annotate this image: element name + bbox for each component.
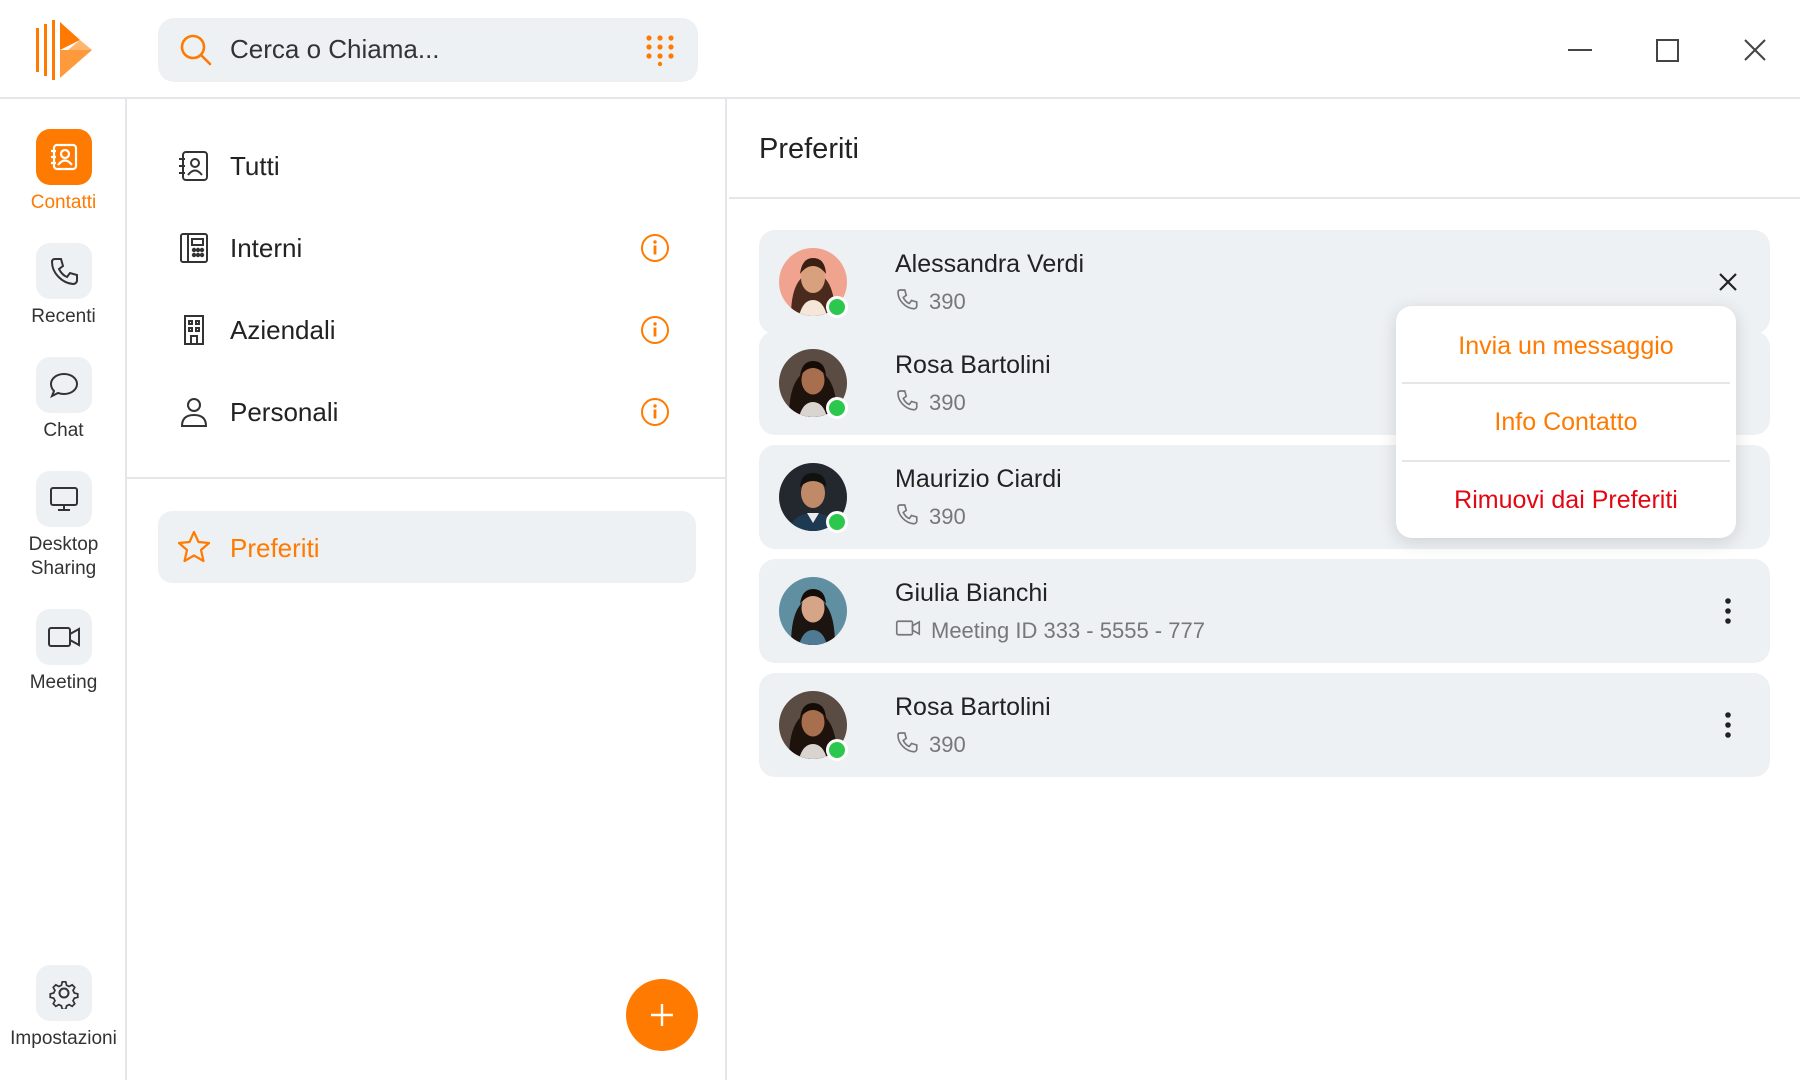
category-personali[interactable]: Personali: [127, 377, 727, 447]
plus-icon: [651, 1004, 673, 1026]
search-icon: [178, 32, 214, 68]
more-icon[interactable]: [1708, 591, 1748, 631]
contact-number: 390: [929, 732, 966, 757]
rail-item-recenti[interactable]: Recenti: [0, 243, 127, 329]
remove-favorite-menu-item[interactable]: Rimuovi dai Preferiti: [1396, 462, 1736, 538]
video-camera-icon: [35, 609, 92, 665]
categories-panel: Tutti Interni Aziendali Personali Prefer…: [127, 99, 727, 1080]
category-aziendali[interactable]: Aziendali: [127, 295, 727, 365]
contact-number: 390: [929, 504, 966, 529]
app-window: Cerca o Chiama... Contatti Recenti Chat …: [0, 0, 1800, 1080]
monitor-icon: [35, 471, 92, 527]
more-icon[interactable]: [1708, 705, 1748, 745]
category-label: Tutti: [230, 151, 280, 181]
video-camera-icon: [895, 616, 921, 646]
rail-label: Meeting: [29, 672, 98, 693]
panel-header: Preferiti: [729, 99, 1800, 199]
address-book-icon: [177, 149, 211, 183]
online-status-dot: [826, 296, 848, 318]
rail-item-impostazioni[interactable]: Impostazioni: [0, 965, 127, 1051]
online-status-dot: [826, 739, 848, 761]
rail-label: Recenti: [31, 306, 96, 327]
category-label: Personali: [230, 397, 339, 427]
contact-name: Rosa Bartolini: [895, 351, 1051, 379]
contact-name: Maurizio Ciardi: [895, 465, 1062, 493]
contact-detail: 390: [895, 389, 966, 417]
gear-icon: [35, 965, 92, 1021]
contact-number: 390: [929, 289, 966, 314]
title-bar: Cerca o Chiama...: [0, 0, 1800, 99]
app-logo-icon: [34, 20, 94, 80]
phone-icon: [895, 388, 919, 418]
avatar: [779, 349, 848, 419]
contact-name: Alessandra Verdi: [895, 250, 1085, 278]
category-interni[interactable]: Interni: [127, 213, 727, 283]
send-message-menu-item[interactable]: Invia un messaggio: [1396, 308, 1736, 384]
favorites-panel: Preferiti Alessandra Verdi 390 Rosa Bart…: [729, 99, 1800, 1080]
rail-label: Contatti: [30, 192, 97, 213]
rail-label: Impostazioni: [10, 1028, 117, 1049]
avatar: [779, 248, 848, 318]
contact-name: Rosa Bartolini: [895, 693, 1051, 721]
rail-item-desktop-sharing[interactable]: Desktop Sharing: [0, 471, 127, 581]
contact-context-menu: Invia un messaggio Info Contatto Rimuovi…: [1396, 306, 1736, 538]
avatar: [779, 577, 847, 645]
contact-name: Giulia Bianchi: [895, 579, 1048, 607]
contacts-icon: [35, 129, 92, 185]
info-icon[interactable]: [640, 315, 670, 345]
category-tutti[interactable]: Tutti: [127, 131, 727, 201]
rail-item-chat[interactable]: Chat: [0, 357, 127, 443]
phone-icon: [895, 502, 919, 532]
left-rail: Contatti Recenti Chat Desktop Sharing Me: [0, 99, 127, 1080]
online-status-dot: [826, 397, 848, 419]
close-window-icon[interactable]: [1733, 28, 1777, 72]
category-preferiti[interactable]: Preferiti: [158, 511, 696, 583]
favorites-label: Preferiti: [230, 533, 320, 563]
page-title: Preferiti: [759, 133, 859, 165]
rail-label: Chat: [43, 420, 84, 441]
add-contact-button[interactable]: [626, 979, 698, 1051]
contact-detail: 390: [895, 288, 966, 316]
search-input[interactable]: Cerca o Chiama...: [230, 34, 440, 65]
close-icon[interactable]: [1708, 262, 1748, 302]
contact-detail: 390: [895, 731, 966, 759]
contact-number: 390: [929, 390, 966, 415]
avatar: [779, 463, 848, 533]
category-label: Interni: [230, 233, 303, 263]
dialpad-icon[interactable]: [644, 34, 676, 67]
contact-info-menu-item[interactable]: Info Contatto: [1396, 384, 1736, 460]
building-icon: [177, 313, 211, 347]
meeting-id: Meeting ID 333 - 5555 - 777: [931, 618, 1205, 643]
office-phone-icon: [177, 231, 211, 265]
phone-icon: [895, 287, 919, 317]
online-status-dot: [826, 511, 848, 533]
phone-icon: [895, 730, 919, 760]
divider: [127, 477, 727, 479]
info-icon[interactable]: [640, 233, 670, 263]
chat-bubble-icon: [35, 357, 92, 413]
search-bar[interactable]: Cerca o Chiama...: [158, 18, 698, 82]
contact-row[interactable]: Rosa Bartolini 390: [759, 673, 1770, 777]
minimize-icon[interactable]: [1558, 28, 1602, 72]
rail-item-meeting[interactable]: Meeting: [0, 609, 127, 695]
person-icon: [177, 395, 211, 429]
contact-detail: 390: [895, 503, 966, 531]
phone-icon: [35, 243, 92, 299]
contact-detail: Meeting ID 333 - 5555 - 777: [895, 617, 1205, 645]
maximize-icon[interactable]: [1645, 28, 1689, 72]
avatar: [779, 691, 848, 761]
star-icon: [176, 529, 212, 565]
rail-item-contatti[interactable]: Contatti: [0, 129, 127, 215]
rail-label: Desktop Sharing: [28, 534, 99, 579]
contact-row[interactable]: Giulia Bianchi Meeting ID 333 - 5555 - 7…: [759, 559, 1770, 663]
category-label: Aziendali: [230, 315, 336, 345]
info-icon[interactable]: [640, 397, 670, 427]
